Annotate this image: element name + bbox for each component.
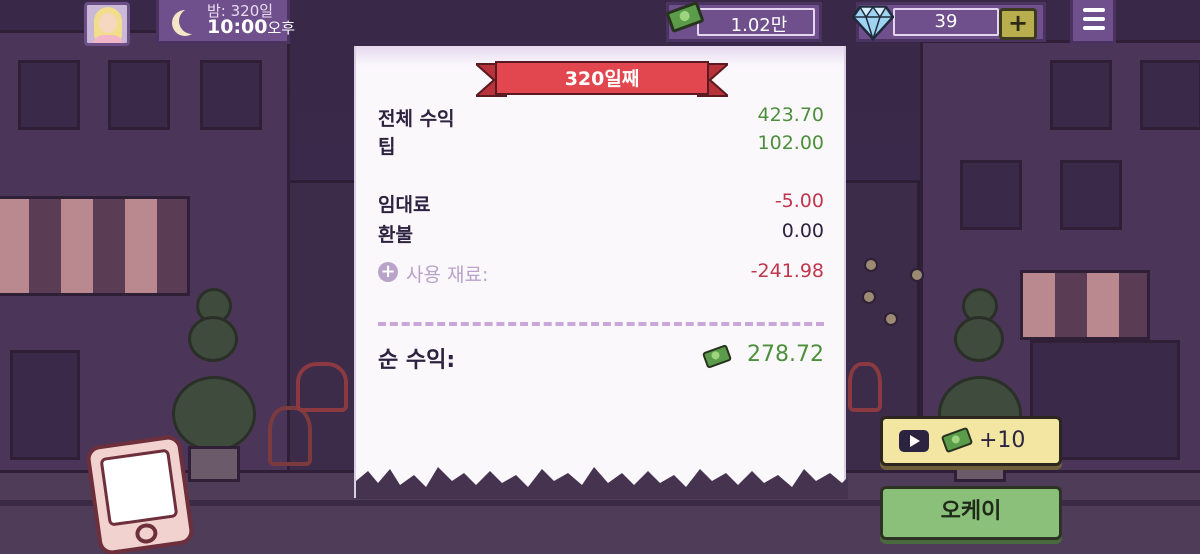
buy-gems-button[interactable]: + <box>999 8 1037 40</box>
ok-button[interactable]: 오케이 <box>880 486 1062 540</box>
background-light <box>910 268 924 282</box>
gems-value: 39 <box>934 11 958 32</box>
background-light <box>864 258 878 272</box>
net-profit-value: 278.72 <box>747 342 824 367</box>
background-chair <box>848 362 882 412</box>
tablet-button[interactable] <box>84 433 196 554</box>
cash-icon <box>940 426 974 454</box>
tablet-icon <box>99 448 179 527</box>
play-video-icon <box>899 430 929 452</box>
receipt-row-tips: 팁 102.00 <box>378 132 824 158</box>
daily-receipt: 320일째 전체 수익 423.70 팁 102.00 임대료 -5.00 환불… <box>354 46 848 499</box>
background-window <box>18 60 80 130</box>
paper-texture <box>416 376 796 436</box>
day-title: 320일째 <box>564 68 640 90</box>
row-label: 임대료 <box>378 194 431 216</box>
clock-ampm: 오후 <box>267 19 296 37</box>
row-label: 사용 재료: <box>406 264 489 286</box>
background-light <box>884 312 898 326</box>
menu-icon-bar <box>1083 26 1105 30</box>
receipt-row-ingredients[interactable]: + 사용 재료: -241.98 <box>378 260 824 286</box>
background-plant-pot <box>188 446 240 482</box>
background-light <box>862 290 876 304</box>
day-time-panel: 밤: 320일 10:00오후 <box>156 0 295 44</box>
moon-icon <box>179 8 205 34</box>
watch-ad-reward-button[interactable]: +10 <box>880 416 1062 466</box>
ad-reward-label: +10 <box>979 428 1026 453</box>
row-value: 102.00 <box>757 132 824 154</box>
receipt-row-rent: 임대료 -5.00 <box>378 190 824 216</box>
background-window <box>1060 160 1122 230</box>
money-value: 1.02만 <box>730 15 788 36</box>
menu-icon-bar <box>1083 8 1105 12</box>
receipt-net-profit: 순 수익: 278.72 <box>378 342 824 376</box>
background-chair <box>296 362 348 412</box>
row-value: -241.98 <box>750 260 824 282</box>
background-window <box>108 60 170 130</box>
tablet-home-button <box>134 522 159 545</box>
menu-icon-bar <box>1083 17 1105 21</box>
receipt-torn-edge <box>356 467 848 499</box>
background-window <box>1140 60 1200 130</box>
background-door <box>10 350 80 460</box>
net-profit-label: 순 수익: <box>378 348 456 373</box>
background-window <box>960 160 1022 230</box>
menu-button[interactable] <box>1070 0 1116 44</box>
background-bush <box>954 316 1004 362</box>
background-bush <box>172 376 256 452</box>
receipt-divider <box>378 322 824 326</box>
row-value: 423.70 <box>757 104 824 126</box>
background-window <box>1050 60 1112 130</box>
background-window <box>200 60 262 130</box>
row-label: 팁 <box>378 136 396 158</box>
row-label: 전체 수익 <box>378 108 455 130</box>
row-value: 0.00 <box>781 220 824 242</box>
background-bush <box>188 316 238 362</box>
avatar-face <box>99 13 117 33</box>
background-chair <box>268 406 312 466</box>
cash-icon <box>701 344 733 369</box>
row-value: -5.00 <box>774 190 824 212</box>
background-awning <box>1020 270 1150 340</box>
row-label: 환불 <box>378 224 413 246</box>
clock: 10:00오후 <box>207 16 295 38</box>
background-awning <box>0 196 190 296</box>
avatar-body <box>92 35 124 43</box>
receipt-row-total-revenue: 전체 수익 423.70 <box>378 104 824 130</box>
receipt-row-refund: 환불 0.00 <box>378 220 824 246</box>
diamond-icon <box>852 5 894 41</box>
player-avatar[interactable] <box>84 2 130 46</box>
clock-time: 10:00 <box>207 16 268 38</box>
